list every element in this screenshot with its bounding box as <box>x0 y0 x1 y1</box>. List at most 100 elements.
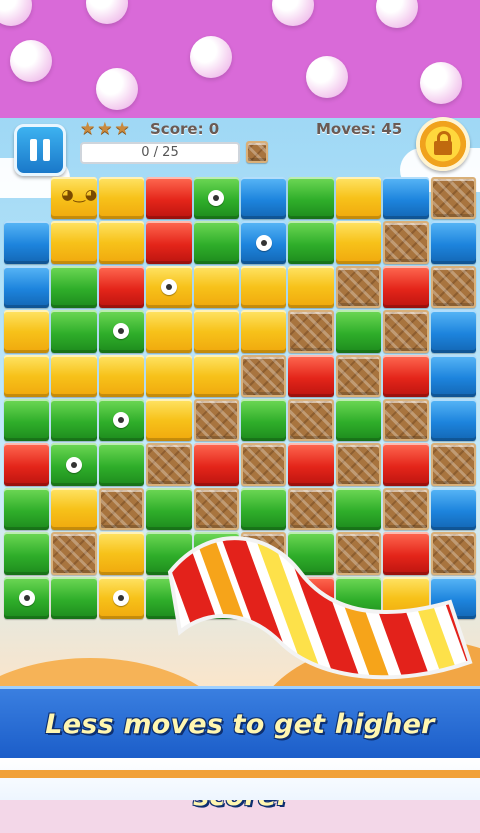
blue-block[interactable] <box>430 399 476 442</box>
yellow-block[interactable] <box>4 354 50 397</box>
chocolate-block[interactable] <box>241 354 287 397</box>
green-block[interactable] <box>288 177 334 220</box>
red-block[interactable] <box>383 354 429 397</box>
green-block[interactable] <box>4 576 50 619</box>
yellow-block[interactable] <box>241 265 287 309</box>
star-icon: ★ <box>80 119 96 139</box>
yellow-block[interactable] <box>51 221 97 264</box>
red-block[interactable] <box>288 443 334 486</box>
blue-block[interactable] <box>430 354 476 397</box>
green-block[interactable] <box>241 399 287 442</box>
yellow-block[interactable] <box>146 310 192 353</box>
chocolate-block[interactable] <box>383 399 429 442</box>
green-block[interactable] <box>335 399 382 442</box>
green-block[interactable] <box>288 221 334 264</box>
blue-block[interactable] <box>241 221 287 264</box>
yellow-block[interactable] <box>146 354 192 397</box>
blue-block[interactable] <box>4 221 50 264</box>
top-decoration-band <box>0 0 480 118</box>
yellow-block[interactable] <box>98 221 145 264</box>
chocolate-block[interactable] <box>335 354 382 397</box>
green-block[interactable] <box>335 310 382 353</box>
yellow-block[interactable] <box>335 221 382 264</box>
red-block[interactable] <box>146 221 192 264</box>
blue-block[interactable] <box>241 177 287 220</box>
red-block[interactable] <box>146 177 192 220</box>
moves-label: Moves: 45 <box>316 120 403 138</box>
chocolate-block[interactable] <box>288 399 334 442</box>
yellow-block[interactable] <box>193 354 239 397</box>
chocolate-block[interactable] <box>146 443 192 486</box>
red-block[interactable] <box>4 443 50 486</box>
red-block[interactable] <box>288 354 334 397</box>
face-icon: ◕‿◕ <box>61 187 98 203</box>
polka-dot <box>420 62 462 104</box>
green-block[interactable] <box>51 576 97 619</box>
yellow-block[interactable] <box>98 354 145 397</box>
pause-icon-bar <box>43 139 50 161</box>
chocolate-block-icon <box>246 141 268 163</box>
yellow-block[interactable] <box>98 177 145 220</box>
chocolate-block[interactable] <box>430 177 476 220</box>
chocolate-block[interactable] <box>430 443 476 486</box>
yellow-block[interactable] <box>98 576 145 619</box>
green-block[interactable] <box>51 310 97 353</box>
yellow-block[interactable] <box>335 177 382 220</box>
eye-icon <box>113 589 130 606</box>
green-block[interactable] <box>98 310 145 353</box>
locked-booster-button[interactable] <box>416 117 470 171</box>
chocolate-block[interactable] <box>193 399 239 442</box>
blue-block[interactable] <box>4 265 50 309</box>
yellow-block[interactable] <box>98 532 145 575</box>
green-block[interactable] <box>4 399 50 442</box>
eye-icon <box>208 190 225 207</box>
green-block[interactable] <box>51 443 97 486</box>
chocolate-block[interactable] <box>241 443 287 486</box>
yellow-block[interactable] <box>193 310 239 353</box>
star-icon: ★ <box>114 119 130 139</box>
yellow-block[interactable] <box>51 487 97 531</box>
polka-dot <box>96 68 138 110</box>
tip-text: Less moves to get higher score. <box>45 709 435 812</box>
polka-dot <box>190 36 232 78</box>
green-block[interactable] <box>4 532 50 575</box>
polka-dot <box>0 0 32 26</box>
red-block[interactable] <box>383 443 429 486</box>
yellow-block[interactable] <box>146 399 192 442</box>
pause-button[interactable] <box>14 124 66 176</box>
yellow-block[interactable] <box>193 265 239 309</box>
chocolate-block[interactable] <box>51 532 97 575</box>
red-block[interactable] <box>383 265 429 309</box>
green-block[interactable] <box>51 265 97 309</box>
green-block[interactable] <box>51 399 97 442</box>
green-block[interactable] <box>193 221 239 264</box>
red-block[interactable] <box>98 265 145 309</box>
padlock-icon <box>434 131 452 155</box>
chocolate-block[interactable] <box>288 310 334 353</box>
blue-block[interactable] <box>430 221 476 264</box>
yellow-block[interactable] <box>241 310 287 353</box>
yellow-block[interactable] <box>288 265 334 309</box>
chocolate-block[interactable] <box>383 310 429 353</box>
yellow-block[interactable]: ◕‿◕ <box>51 177 98 220</box>
yellow-block[interactable] <box>4 310 50 353</box>
chocolate-block[interactable] <box>335 443 382 486</box>
green-block[interactable] <box>193 177 239 220</box>
bottom-accent-line <box>0 770 480 778</box>
eye-icon <box>66 456 83 473</box>
blue-block[interactable] <box>430 310 476 353</box>
chocolate-block[interactable] <box>430 265 476 309</box>
polka-dot <box>86 0 128 24</box>
chocolate-block[interactable] <box>383 221 429 264</box>
yellow-block[interactable] <box>51 354 97 397</box>
blue-block[interactable] <box>383 177 429 220</box>
eye-icon <box>18 589 35 606</box>
chocolate-block[interactable] <box>98 487 145 531</box>
red-block[interactable] <box>193 443 239 486</box>
green-block[interactable] <box>98 399 145 442</box>
yellow-block[interactable] <box>146 265 192 309</box>
chocolate-block[interactable] <box>335 265 382 309</box>
green-block[interactable] <box>4 487 50 531</box>
green-block[interactable] <box>98 443 145 486</box>
polka-dot <box>272 0 314 26</box>
